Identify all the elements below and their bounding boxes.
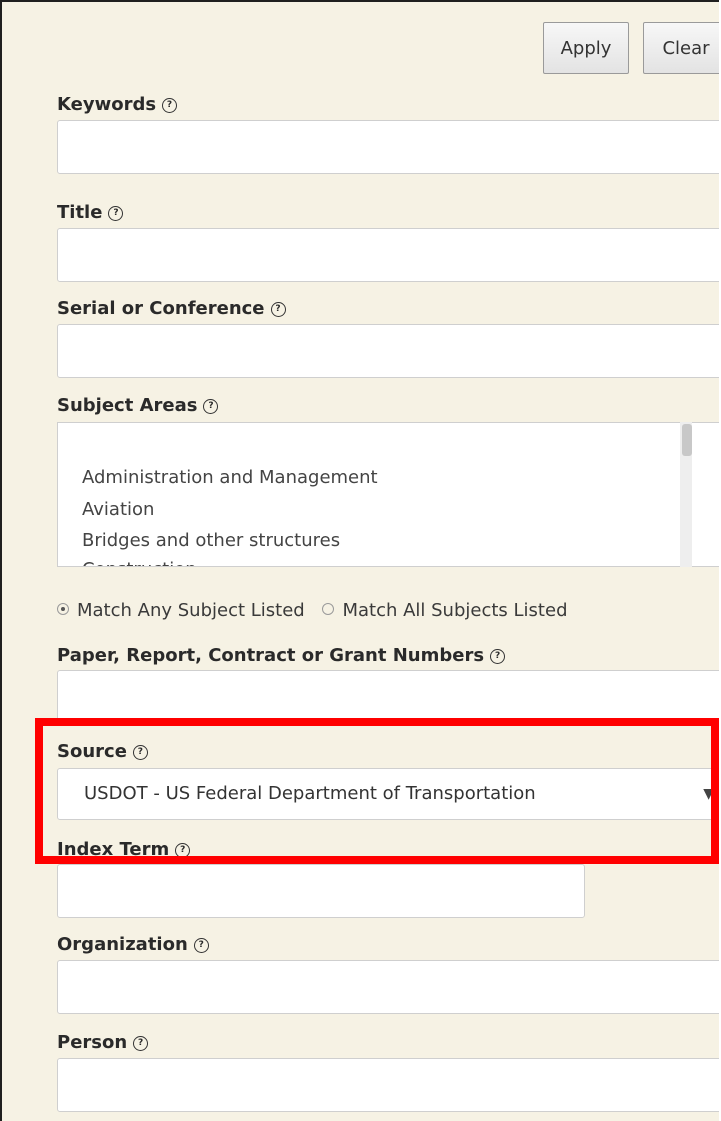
numbers-label-text: Paper, Report, Contract or Grant Numbers xyxy=(57,645,485,666)
person-input[interactable] xyxy=(57,1058,719,1112)
help-icon[interactable]: ? xyxy=(203,399,219,414)
search-filter-panel: Apply Clear Keywords? Title? Serial or C… xyxy=(0,0,719,1121)
serial-input[interactable] xyxy=(57,324,719,378)
serial-label: Serial or Conference? xyxy=(57,298,286,319)
scrollbar-thumb[interactable] xyxy=(682,424,692,456)
match-options: Match Any Subject Listed Match All Subje… xyxy=(57,600,568,621)
match-any-radio[interactable] xyxy=(57,603,69,615)
clear-button[interactable]: Clear xyxy=(643,22,719,74)
index-term-input[interactable] xyxy=(57,864,585,918)
subject-option[interactable]: Construction xyxy=(82,559,197,566)
person-label-text: Person xyxy=(57,1032,128,1053)
help-icon[interactable]: ? xyxy=(270,302,286,317)
source-highlight-box xyxy=(35,718,719,864)
person-label: Person? xyxy=(57,1032,149,1053)
numbers-label: Paper, Report, Contract or Grant Numbers… xyxy=(57,645,506,666)
numbers-input[interactable] xyxy=(57,670,719,724)
help-icon[interactable]: ? xyxy=(108,206,124,221)
help-icon[interactable]: ? xyxy=(490,649,506,664)
title-label: Title? xyxy=(57,202,124,223)
match-any-label[interactable]: Match Any Subject Listed xyxy=(77,600,305,621)
help-icon[interactable]: ? xyxy=(162,98,178,113)
subject-areas-label-text: Subject Areas xyxy=(57,395,198,416)
match-all-label[interactable]: Match All Subjects Listed xyxy=(342,600,567,621)
title-input[interactable] xyxy=(57,228,719,282)
help-icon[interactable]: ? xyxy=(133,1036,149,1051)
subject-areas-listbox[interactable]: Administration and Management Aviation B… xyxy=(57,422,719,567)
subject-option[interactable]: Aviation xyxy=(82,499,154,520)
serial-label-text: Serial or Conference xyxy=(57,298,265,319)
keywords-label: Keywords? xyxy=(57,94,178,115)
keywords-input[interactable] xyxy=(57,120,719,174)
organization-input[interactable] xyxy=(57,960,719,1014)
subject-option[interactable]: Bridges and other structures xyxy=(82,530,340,551)
organization-label: Organization? xyxy=(57,934,209,955)
help-icon[interactable]: ? xyxy=(193,938,209,953)
apply-button[interactable]: Apply xyxy=(543,22,629,74)
subject-option[interactable]: Administration and Management xyxy=(82,467,378,488)
title-label-text: Title xyxy=(57,202,103,223)
organization-label-text: Organization xyxy=(57,934,188,955)
keywords-label-text: Keywords xyxy=(57,94,157,115)
match-all-radio[interactable] xyxy=(322,603,335,615)
subject-areas-label: Subject Areas? xyxy=(57,395,219,416)
